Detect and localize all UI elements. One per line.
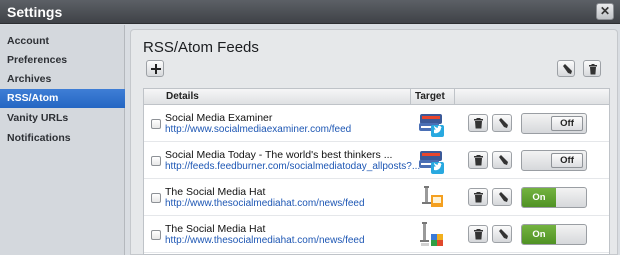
plus-icon xyxy=(151,64,161,74)
sidebar-item-archives[interactable]: Archives xyxy=(0,70,125,89)
profile-icon[interactable] xyxy=(417,220,447,250)
column-divider xyxy=(454,89,455,105)
toggle-state-label: Off xyxy=(551,153,583,168)
column-target: Target xyxy=(415,91,445,102)
toggle-state-label: Off xyxy=(551,116,583,131)
delete-feed-button[interactable] xyxy=(468,188,488,206)
edit-feed-button[interactable] xyxy=(492,225,512,243)
feed-name: Social Media Examiner xyxy=(165,112,273,124)
trash-icon xyxy=(474,192,483,203)
row-checkbox[interactable] xyxy=(151,193,161,203)
feed-name: Social Media Today - The world's best th… xyxy=(165,149,393,161)
sidebar-item-vanity-urls[interactable]: Vanity URLs xyxy=(0,109,125,128)
feed-url[interactable]: http://feeds.feedburner.com/socialmediat… xyxy=(165,161,420,172)
toggle-state-label: On xyxy=(522,225,556,244)
pencil-icon xyxy=(499,192,508,202)
sidebar-item-rss-atom[interactable]: RSS/Atom xyxy=(0,89,125,108)
edit-all-button[interactable] xyxy=(557,60,575,77)
feed-url[interactable]: http://www.thesocialmediahat.com/news/fe… xyxy=(165,235,365,246)
close-icon: ✕ xyxy=(599,4,611,18)
edit-feed-button[interactable] xyxy=(492,151,512,169)
pencil-icon xyxy=(499,118,508,128)
sidebar-item-preferences[interactable]: Preferences xyxy=(0,51,125,70)
close-button[interactable]: ✕ xyxy=(596,3,614,20)
feed-toggle[interactable]: Off xyxy=(521,150,587,171)
delete-all-button[interactable] xyxy=(583,60,601,77)
trash-icon xyxy=(474,118,483,129)
feed-name: The Social Media Hat xyxy=(165,186,266,198)
delete-feed-button[interactable] xyxy=(468,225,488,243)
add-feed-button[interactable] xyxy=(146,60,164,77)
row-checkbox[interactable] xyxy=(151,230,161,240)
row-checkbox[interactable] xyxy=(151,156,161,166)
window-title: Settings xyxy=(7,4,63,20)
sidebar-item-account[interactable]: Account xyxy=(0,32,125,51)
social-network-icon[interactable] xyxy=(417,109,447,139)
page-title: RSS/Atom Feeds xyxy=(143,39,259,56)
table-row: Social Media Examiner http://www.socialm… xyxy=(144,106,609,142)
feed-toggle[interactable]: Off xyxy=(521,113,587,134)
social-network-icon[interactable] xyxy=(417,146,447,176)
feed-table: Details Target Social Media Examiner htt… xyxy=(143,88,610,255)
sidebar: Account Preferences Archives RSS/Atom Va… xyxy=(0,25,125,255)
feed-toggle[interactable]: On xyxy=(521,187,587,208)
feed-name: The Social Media Hat xyxy=(165,223,266,235)
trash-icon xyxy=(589,64,597,75)
row-checkbox[interactable] xyxy=(151,119,161,129)
feed-toggle[interactable]: On xyxy=(521,224,587,245)
trash-icon xyxy=(474,229,483,240)
delete-feed-button[interactable] xyxy=(468,114,488,132)
table-row: The Social Media Hat http://www.thesocia… xyxy=(144,180,609,216)
table-row: The Social Media Hat http://www.thesocia… xyxy=(144,217,609,253)
edit-feed-button[interactable] xyxy=(492,114,512,132)
table-row: Social Media Today - The world's best th… xyxy=(144,143,609,179)
delete-feed-button[interactable] xyxy=(468,151,488,169)
pencil-icon xyxy=(563,64,572,74)
edit-feed-button[interactable] xyxy=(492,188,512,206)
pencil-icon xyxy=(499,229,508,239)
toggle-state-label: On xyxy=(522,188,556,207)
profile-icon[interactable] xyxy=(417,183,447,213)
table-header: Details Target xyxy=(144,89,609,105)
sidebar-item-notifications[interactable]: Notifications xyxy=(0,129,125,148)
column-divider xyxy=(410,89,411,105)
window-titlebar: Settings ✕ xyxy=(0,0,620,24)
column-details: Details xyxy=(166,91,199,102)
feed-url[interactable]: http://www.thesocialmediahat.com/news/fe… xyxy=(165,198,365,209)
feed-url[interactable]: http://www.socialmediaexaminer.com/feed xyxy=(165,124,351,135)
trash-icon xyxy=(474,155,483,166)
pencil-icon xyxy=(499,155,508,165)
